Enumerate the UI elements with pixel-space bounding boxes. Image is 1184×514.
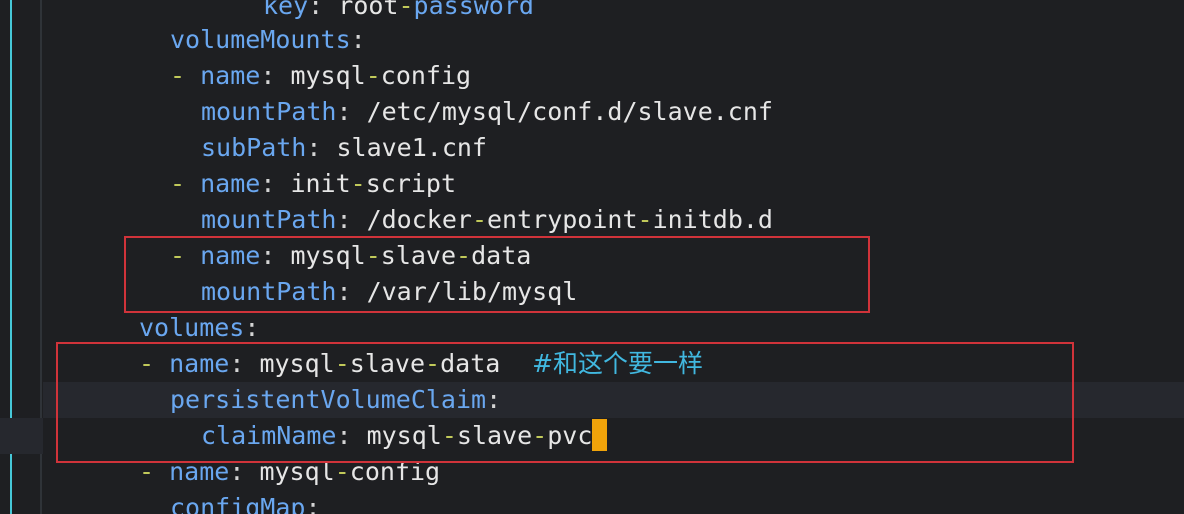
yaml-key: mountPath [201,205,337,234]
yaml-value: script [365,169,457,198]
yaml-value: mysql [290,61,366,90]
yaml-value: config [380,61,472,90]
yaml-separator: : [260,61,291,90]
code-line[interactable]: - name: mysql-config [170,58,471,94]
code-line[interactable]: key: root-password [263,0,534,24]
yaml-key: name [200,169,261,198]
code-line[interactable]: configMap: [170,490,321,514]
yaml-value: - [350,169,366,198]
yaml-value: /etc/mysql/conf.d/slave.cnf [366,97,773,126]
code-line[interactable]: subPath: slave1.cnf [201,130,487,166]
yaml-separator: : [308,0,339,20]
yaml-value: - [637,205,653,234]
code-line[interactable]: mountPath: /etc/mysql/conf.d/slave.cnf [201,94,773,130]
yaml-key: key [263,0,309,20]
yaml-key: name [200,61,261,90]
yaml-separator: : [350,25,366,54]
yaml-separator: : [306,133,337,162]
code-editor[interactable]: key: root-password volumeMounts: - name: m… [0,0,1184,514]
yaml-value: - [365,61,381,90]
yaml-key: volumes [139,313,245,342]
yaml-value: entrypoint [487,205,638,234]
yaml-key: mountPath [201,97,337,126]
yaml-key: volumeMounts [170,25,351,54]
list-dash: - [170,169,201,198]
yaml-separator: : [336,97,367,126]
yaml-key: subPath [201,133,307,162]
yaml-value: init [290,169,351,198]
gutter-line-marker [0,418,43,454]
yaml-value: - [471,205,487,234]
yaml-value: slave1.cnf [336,133,487,162]
code-line[interactable]: volumeMounts: [170,22,366,58]
yaml-separator: : [336,205,367,234]
yaml-value: root [338,0,399,20]
yaml-separator: : [305,493,321,514]
code-line[interactable]: mountPath: /docker-entrypoint-initdb.d [201,202,773,238]
yaml-key: configMap [170,493,306,514]
highlight-box-volume [56,342,1074,463]
code-line[interactable]: volumes: [139,310,259,346]
yaml-value: password [413,0,534,20]
list-dash: - [170,61,201,90]
yaml-value: initdb.d [652,205,773,234]
yaml-value: /docker [366,205,472,234]
code-line[interactable]: - name: init-script [170,166,456,202]
yaml-separator: : [244,313,260,342]
highlight-box-volume-mount [124,236,870,313]
yaml-separator: : [260,169,291,198]
yaml-value: - [398,0,414,20]
